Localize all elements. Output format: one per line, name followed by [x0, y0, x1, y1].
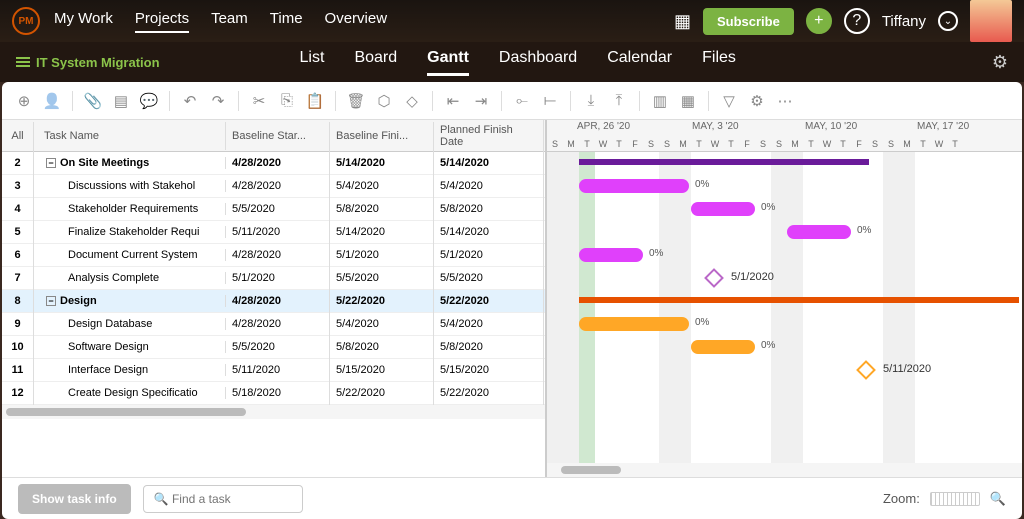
month-label: MAY, 3 '20 — [692, 121, 739, 132]
outdent-icon[interactable]: ⇤ — [441, 89, 465, 113]
grid-scrollbar[interactable] — [2, 405, 545, 419]
task-bar[interactable] — [579, 179, 689, 193]
gantt-scrollbar[interactable] — [547, 463, 1022, 477]
task-bar[interactable] — [579, 248, 643, 262]
dependency-icon[interactable]: ⟜ — [510, 89, 534, 113]
delete-icon[interactable]: 🗑 — [344, 89, 368, 113]
milestone-label: 5/11/2020 — [883, 363, 931, 375]
progress-label: 0% — [857, 225, 871, 236]
col-baseline-finish[interactable]: Baseline Fini... — [330, 122, 434, 150]
cut-icon[interactable]: ✂ — [247, 89, 271, 113]
nav-time[interactable]: Time — [270, 10, 303, 33]
help-button[interactable]: ? — [844, 8, 870, 34]
timeline-header: SMTWTFSSMTWTFSSMTWTFSSMTWT APR, 26 '20MA… — [547, 120, 1022, 152]
nav-overview[interactable]: Overview — [325, 10, 388, 33]
task-bar[interactable] — [579, 317, 689, 331]
add-task-icon[interactable]: ⊕ — [12, 89, 36, 113]
copy-icon[interactable]: ⎘ — [275, 89, 299, 113]
nav-my-work[interactable]: My Work — [54, 10, 113, 33]
col-all[interactable]: All — [2, 122, 34, 150]
settings-icon[interactable]: ⚙ — [745, 89, 769, 113]
user-icon[interactable]: 👤 — [40, 89, 64, 113]
month-label: MAY, 17 '20 — [917, 121, 969, 132]
milestone-marker[interactable] — [856, 360, 876, 380]
redo-icon[interactable]: ↷ — [206, 89, 230, 113]
collapse-icon[interactable]: − — [46, 296, 56, 306]
gear-icon[interactable]: ⚙ — [992, 52, 1008, 73]
comment-icon[interactable]: 💬 — [137, 89, 161, 113]
month-label: APR, 26 '20 — [577, 121, 630, 132]
indent-icon[interactable]: ⇥ — [469, 89, 493, 113]
view-list[interactable]: List — [300, 49, 325, 76]
undo-icon[interactable]: ↶ — [178, 89, 202, 113]
task-row[interactable]: 12 Create Design Specificatio 5/18/2020 … — [2, 382, 545, 405]
presentation-icon[interactable]: ▦ — [674, 11, 691, 32]
chevron-down-icon[interactable]: ⌄ — [938, 11, 958, 31]
task-bar[interactable] — [787, 225, 851, 239]
project-name[interactable]: IT System Migration — [16, 55, 160, 70]
progress-label: 0% — [761, 202, 775, 213]
progress-label: 0% — [695, 179, 709, 190]
import-icon[interactable]: ⤒ — [607, 89, 631, 113]
task-bar[interactable] — [691, 202, 755, 216]
gantt-chart: SMTWTFSSMTWTFSSMTWTFSSMTWT APR, 26 '20MA… — [547, 120, 1022, 477]
summary-bar[interactable] — [579, 159, 869, 165]
grid-header: All Task Name Baseline Star... Baseline … — [2, 120, 545, 152]
top-nav: PM My Work Projects Team Time Overview ▦ Sub… — [0, 0, 1024, 42]
show-task-info-button[interactable]: Show task info — [18, 484, 131, 514]
task-bar[interactable] — [691, 340, 755, 354]
more-icon[interactable]: ⋯ — [773, 89, 797, 113]
grid-icon[interactable]: ▦ — [676, 89, 700, 113]
view-board[interactable]: Board — [354, 49, 397, 76]
progress-label: 0% — [761, 340, 775, 351]
collapse-icon[interactable]: − — [46, 158, 56, 168]
nav-team[interactable]: Team — [211, 10, 248, 33]
milestone-icon[interactable]: ◇ — [400, 89, 424, 113]
gantt-body[interactable]: 0% 0% 0% 0% 5/1/2020 0% 0% 5/11/2020 — [547, 152, 1022, 463]
progress-label: 0% — [649, 248, 663, 259]
export-icon[interactable]: ⤓ — [579, 89, 603, 113]
main-panel: ⊕ 👤 📎 ▤ 💬 ↶ ↷ ✂ ⎘ 📋 🗑 ⬡ ◇ ⇤ ⇥ ⟜ ⟝ ⤓ ⤒ ▥ … — [2, 82, 1022, 519]
toolbar: ⊕ 👤 📎 ▤ 💬 ↶ ↷ ✂ ⎘ 📋 🗑 ⬡ ◇ ⇤ ⇥ ⟜ ⟝ ⤓ ⤒ ▥ … — [2, 82, 1022, 120]
zoom-label: Zoom: — [883, 491, 920, 506]
nav-projects[interactable]: Projects — [135, 10, 189, 33]
sub-nav: IT System Migration List Board Gantt Dashbo… — [0, 42, 1024, 82]
subscribe-button[interactable]: Subscribe — [703, 8, 794, 35]
view-calendar[interactable]: Calendar — [607, 49, 672, 76]
note-icon[interactable]: ▤ — [109, 89, 133, 113]
summary-bar[interactable] — [579, 297, 1019, 303]
user-name[interactable]: Tiffany — [882, 13, 926, 30]
unlink-icon[interactable]: ⟝ — [538, 89, 562, 113]
zoom-slider[interactable] — [930, 492, 980, 506]
view-gantt[interactable]: Gantt — [427, 49, 469, 76]
view-tabs: List Board Gantt Dashboard Calendar Files — [300, 49, 736, 76]
milestone-marker[interactable] — [704, 268, 724, 288]
menu-icon — [16, 55, 30, 69]
link-icon[interactable]: ⬡ — [372, 89, 396, 113]
zoom-in-icon[interactable]: 🔍 — [990, 491, 1006, 507]
milestone-label: 5/1/2020 — [731, 271, 774, 283]
footer: Show task info Zoom: 🔍 — [2, 477, 1022, 519]
progress-label: 0% — [695, 317, 709, 328]
view-dashboard[interactable]: Dashboard — [499, 49, 577, 76]
columns-icon[interactable]: ▥ — [648, 89, 672, 113]
filter-icon[interactable]: ▽ — [717, 89, 741, 113]
task-grid: All Task Name Baseline Star... Baseline … — [2, 120, 547, 477]
paste-icon[interactable]: 📋 — [303, 89, 327, 113]
col-baseline-start[interactable]: Baseline Star... — [226, 122, 330, 150]
month-label: MAY, 10 '20 — [805, 121, 857, 132]
find-task-input[interactable] — [143, 485, 303, 513]
attach-icon[interactable]: 📎 — [81, 89, 105, 113]
add-button[interactable]: + — [806, 8, 832, 34]
col-taskname[interactable]: Task Name — [34, 122, 226, 150]
nav-links: My Work Projects Team Time Overview — [54, 10, 387, 33]
view-files[interactable]: Files — [702, 49, 736, 76]
logo[interactable]: PM — [12, 7, 40, 35]
avatar[interactable] — [970, 0, 1012, 42]
